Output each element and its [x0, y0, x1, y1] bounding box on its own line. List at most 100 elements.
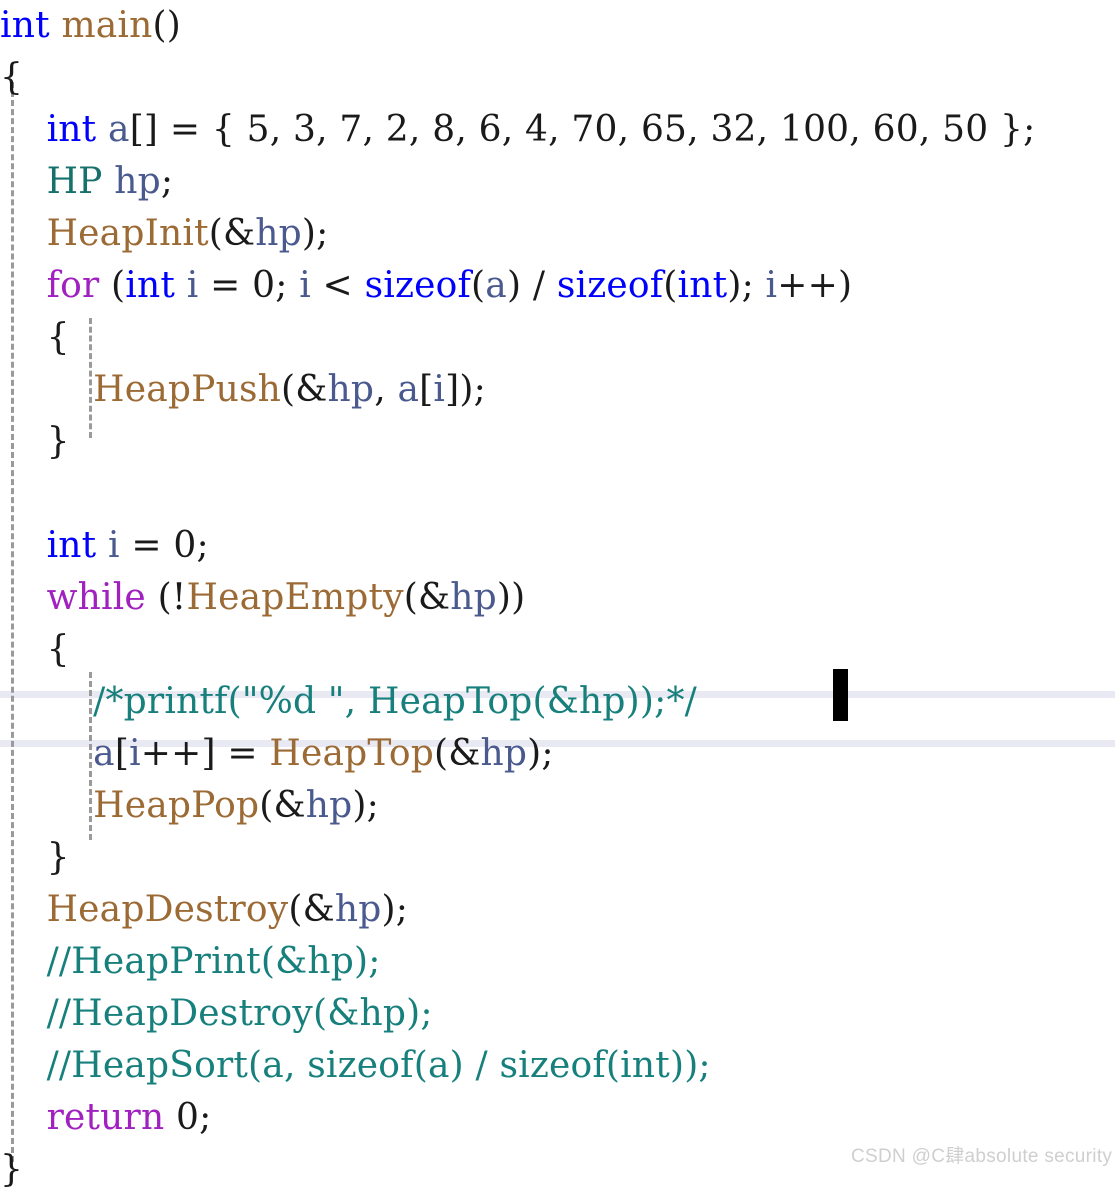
code-token-punct: , — [849, 109, 873, 150]
code-token-punct: , — [756, 109, 780, 150]
code-line[interactable]: } — [0, 416, 1115, 468]
code-token-punct: { — [46, 317, 70, 358]
code-line[interactable]: int i = 0; — [0, 520, 1115, 572]
code-token-var: i — [433, 369, 446, 410]
code-line[interactable]: HeapPop(&hp); — [0, 780, 1115, 832]
code-line[interactable]: } — [0, 832, 1115, 884]
code-token-var: a — [397, 369, 420, 410]
code-token-func: HeapTop — [269, 733, 434, 774]
code-token-punct — [50, 5, 62, 46]
code-line[interactable]: //HeapDestroy(&hp); — [0, 988, 1115, 1040]
code-token-control: for — [46, 265, 100, 306]
code-line[interactable]: HeapInit(&hp); — [0, 208, 1115, 260]
code-token-punct: < — [310, 265, 365, 306]
code-token-punct: , — [408, 109, 433, 150]
code-token-punct: ; — [160, 161, 174, 202]
code-token-func: HeapPush — [93, 369, 282, 410]
code-token-num: 8 — [432, 109, 456, 150]
code-token-var: i — [186, 265, 199, 306]
code-token-punct: ++] = — [140, 733, 270, 774]
code-token-punct: ; — [196, 525, 209, 566]
code-line[interactable]: a[i++] = HeapTop(&hp); — [0, 728, 1115, 780]
code-editor-surface[interactable]: int main() { int a[] = { 5, 3, 7, 2, 8, 6… — [0, 0, 1115, 1190]
text-caret — [833, 669, 848, 721]
code-token-keyword: int — [677, 265, 728, 306]
code-line[interactable]: for (int i = 0; i < sizeof(a) / sizeof(i… — [0, 260, 1115, 312]
code-token-punct: = — [198, 265, 253, 306]
code-token-func: HeapEmpty — [186, 577, 404, 618]
code-token-punct: , — [362, 109, 386, 150]
code-line[interactable]: int a[] = { 5, 3, 7, 2, 8, 6, 4, 70, 65,… — [0, 104, 1115, 156]
code-token-num: 50 — [942, 109, 989, 150]
csdn-watermark: CSDN @C肆absolute security — [851, 1146, 1113, 1167]
code-token-punct: (& — [288, 889, 335, 930]
code-line[interactable]: //HeapPrint(&hp); — [0, 936, 1115, 988]
code-token-punct: { — [0, 57, 24, 98]
code-line[interactable]: //HeapSort(a, sizeof(a) / sizeof(int)); — [0, 1040, 1115, 1092]
code-token-var: i — [765, 265, 778, 306]
code-token-punct: , — [316, 109, 340, 150]
code-token-num: 32 — [710, 109, 757, 150]
code-token-punct: } — [46, 421, 70, 462]
code-line[interactable]: HeapPush(&hp, a[i]); — [0, 364, 1115, 416]
code-line[interactable]: int main() — [0, 0, 1115, 52]
code-lines-container[interactable]: int main() { int a[] = { 5, 3, 7, 2, 8, 6… — [0, 0, 1115, 1196]
code-token-punct: [ — [419, 369, 434, 410]
code-token-punct: [] = { — [129, 109, 247, 150]
code-token-var: hp — [334, 889, 382, 930]
code-token-keyword: int — [125, 265, 176, 306]
code-token-var: i — [108, 525, 120, 566]
code-token-punct: ]); — [445, 369, 486, 410]
code-token-punct: ( — [471, 265, 486, 306]
code-token-num: 0 — [173, 525, 197, 566]
code-token-keyword: sizeof — [556, 265, 664, 306]
code-token-punct: ; — [275, 265, 300, 306]
code-token-num: 60 — [872, 109, 919, 150]
code-line[interactable]: { — [0, 312, 1115, 364]
code-line[interactable]: { — [0, 52, 1115, 104]
code-token-comment: //HeapDestroy(&hp); — [46, 993, 433, 1034]
code-token-type: HP — [46, 161, 103, 202]
code-token-comment: //HeapPrint(&hp); — [46, 941, 381, 982]
code-token-var: a — [93, 733, 115, 774]
code-token-punct: (& — [403, 577, 451, 618]
code-token-num: 0 — [176, 1097, 200, 1138]
code-token-num: 7 — [339, 109, 363, 150]
code-token-punct — [96, 525, 108, 566]
code-token-comment: //HeapSort(a, sizeof(a) / sizeof(int)); — [46, 1045, 711, 1086]
code-line[interactable]: HP hp; — [0, 156, 1115, 208]
code-token-var: hp — [114, 161, 161, 202]
code-token-punct: = — [119, 525, 174, 566]
code-token-punct: () — [152, 5, 182, 46]
code-token-var: i — [129, 733, 141, 774]
code-token-punct — [175, 265, 187, 306]
code-token-punct: ); — [527, 733, 554, 774]
code-line[interactable]: /*printf("%d ", HeapTop(&hp));*/ — [0, 676, 1115, 728]
code-token-var: hp — [450, 577, 497, 618]
code-token-num: 4 — [525, 109, 549, 150]
code-token-func: HeapPop — [93, 785, 260, 826]
code-token-punct: , — [374, 369, 398, 410]
code-line[interactable]: { — [0, 624, 1115, 676]
code-token-punct: ); — [301, 213, 329, 254]
code-line[interactable]: return 0; — [0, 1092, 1115, 1144]
code-line[interactable]: while (!HeapEmpty(&hp)) — [0, 572, 1115, 624]
code-line[interactable] — [0, 468, 1115, 520]
code-token-keyword: int — [46, 109, 97, 150]
code-token-punct — [164, 1097, 176, 1138]
code-token-punct: , — [269, 109, 293, 150]
code-line[interactable]: HeapDestroy(&hp); — [0, 884, 1115, 936]
code-token-punct — [96, 109, 108, 150]
